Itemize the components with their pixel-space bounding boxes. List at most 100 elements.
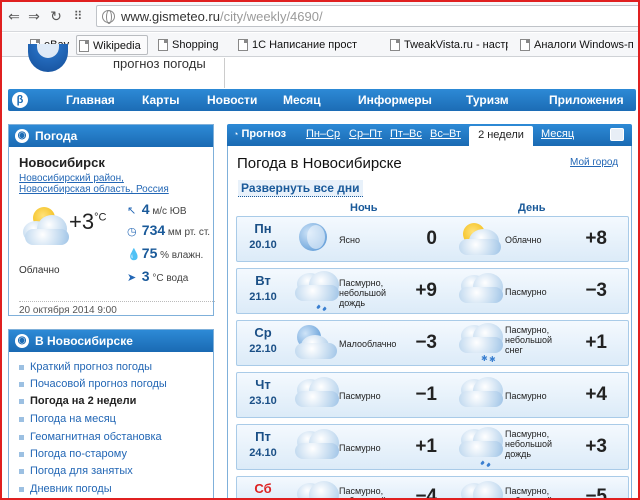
link-month[interactable]: Погода на месяц: [19, 413, 116, 425]
forecast-day-row[interactable]: Пн 20.10 Ясно 0 Облачно +8: [236, 216, 629, 262]
back-arrow-icon[interactable]: ⇐: [4, 6, 24, 26]
nav-apps[interactable]: Приложения: [549, 93, 624, 107]
link-label[interactable]: Краткий прогноз погоды: [30, 361, 152, 373]
forecast-day-row[interactable]: Ср 22.10 Малооблачно −3 ✱ ✱ Пасмурно, неб…: [236, 320, 629, 366]
link-for-busy[interactable]: Погода для занятых: [19, 465, 133, 477]
bookmark-shopping[interactable]: Shopping: [156, 35, 224, 55]
nav-month[interactable]: Месяц: [283, 93, 321, 107]
day-desc: Пасмурно, небольшой снег: [505, 325, 553, 355]
region-link[interactable]: Новосибирский район, Новосибирская област…: [19, 173, 169, 195]
tab-mon-wed[interactable]: Пн–Ср: [306, 128, 340, 140]
apps-grid-icon[interactable]: ⠿: [68, 6, 88, 26]
link-brief-forecast[interactable]: Краткий прогноз погоды: [19, 361, 152, 373]
humidity-value: 75: [141, 245, 158, 261]
link-label[interactable]: Погода для занятых: [30, 465, 133, 477]
nav-news[interactable]: Новости: [207, 93, 257, 107]
humidity-unit: % влажн.: [160, 250, 204, 261]
nav-informers[interactable]: Информеры: [358, 93, 432, 107]
tab-sun-tue[interactable]: Вс–Вт: [430, 128, 461, 140]
nav-home[interactable]: Главная: [66, 93, 115, 107]
globe-icon: [102, 10, 115, 24]
drop-icon: 💧: [127, 249, 141, 261]
day-header: День: [518, 202, 546, 214]
url-path: /city/weekly/4690/: [219, 9, 323, 24]
weekday: Пн: [254, 221, 272, 236]
box-header: ◉ Погода: [9, 125, 213, 147]
night-desc: Малооблачно: [339, 339, 397, 349]
weekday: Сб: [254, 481, 272, 496]
bookmark-wikipedia[interactable]: Wikipedia: [76, 35, 148, 55]
tab-two-weeks[interactable]: 2 недели: [469, 126, 533, 146]
tab-month[interactable]: Месяц: [541, 128, 574, 140]
cloud-rain-icon: [293, 271, 341, 312]
bookmark-1c[interactable]: 1C Написание прост: [236, 35, 376, 55]
bookmark-tweakvista[interactable]: TweakVista.ru - настр: [388, 35, 508, 55]
my-city-link[interactable]: Мой город: [570, 157, 618, 168]
nav-maps[interactable]: Карты: [142, 93, 179, 107]
day-desc: Облачно: [505, 235, 542, 245]
region-line-1[interactable]: Новосибирский район,: [19, 173, 124, 184]
day-temp: −5: [585, 486, 607, 500]
bookmark-label: Аналоги Windows-п: [534, 39, 634, 51]
bullet-icon: [19, 486, 24, 492]
link-geomagnetic[interactable]: Геомагнитная обстановка: [19, 431, 162, 443]
night-temp: +9: [415, 280, 437, 301]
wind-unit: м/с: [152, 206, 168, 217]
box-title: В Новосибирске: [35, 334, 133, 348]
forecast-day-row[interactable]: Пт 24.10 Пасмурно +1 Пасмурно, небольшой…: [236, 424, 629, 470]
forecast-day-row[interactable]: Сб Пасмурно, небольшой −4 Пасмурно, небо…: [236, 476, 629, 500]
link-diary[interactable]: Дневник погоды: [19, 483, 112, 495]
updated-time: 20 октября 2014 9:00: [19, 301, 215, 316]
expand-all-days[interactable]: Развернуть все дни: [238, 180, 363, 197]
night-desc: Ясно: [339, 235, 360, 245]
bookmark-label: Shopping: [172, 39, 219, 51]
wind-param: ↖ 4 м/с ЮВ: [127, 201, 187, 217]
reload-icon[interactable]: ↻: [46, 6, 66, 26]
cloud-icon: [293, 427, 341, 467]
url-field[interactable]: www.gismeteo.ru/city/weekly/4690/: [96, 5, 640, 27]
address-bar-row: ⇐ ⇒ ↻ ⠿ www.gismeteo.ru/city/weekly/4690…: [0, 0, 640, 32]
current-weather-box: ◉ Погода Новосибирск Новосибирский район,…: [8, 124, 215, 316]
link-old-style[interactable]: Погода по-старому: [19, 448, 127, 460]
date: 22.10: [249, 343, 277, 355]
cloud-icon: [293, 479, 341, 500]
forecast-label: ◔ Прогноз: [233, 128, 286, 140]
box-title: Погода: [35, 129, 78, 143]
current-temp: +3°C: [69, 209, 106, 235]
wind-dir: ЮВ: [169, 206, 187, 217]
forward-arrow-icon[interactable]: ⇒: [24, 6, 44, 26]
printer-icon[interactable]: [610, 128, 624, 141]
tab-wed-fri[interactable]: Ср–Пт: [349, 128, 382, 140]
forecast-day-row[interactable]: Чт 23.10 Пасмурно −1 Пасмурно +4: [236, 372, 629, 418]
day-temp: +1: [585, 332, 607, 353]
date: 24.10: [249, 447, 277, 459]
pressure-param: ◷ 734 мм рт. ст.: [127, 222, 210, 238]
link-label[interactable]: Геомагнитная обстановка: [30, 431, 162, 443]
info-icon: ◉: [15, 334, 29, 348]
link-two-weeks: Погода на 2 недели: [19, 395, 136, 407]
region-line-2[interactable]: Новосибирская область, Россия: [19, 184, 169, 195]
beta-icon[interactable]: β: [12, 92, 28, 108]
bookmark-analogi[interactable]: Аналоги Windows-п: [518, 35, 638, 55]
night-desc: Пасмурно, небольшой: [339, 486, 386, 500]
link-label[interactable]: Дневник погоды: [30, 483, 112, 495]
nav-tourism[interactable]: Туризм: [466, 93, 509, 107]
moon-clear-icon: [293, 219, 341, 259]
page-icon: [158, 39, 168, 51]
day-desc: Пасмурно: [505, 391, 547, 401]
link-label[interactable]: Почасовой прогноз погоды: [30, 378, 167, 390]
fish-icon: ➤: [127, 272, 137, 284]
cloud-sun-icon: [19, 203, 75, 247]
bookmarks-bar: eBay Wikipedia Shopping 1C Написание про…: [0, 33, 640, 57]
forecast-day-row[interactable]: Вт 21.10 Пасмурно, небольшой дождь +9 Па…: [236, 268, 629, 314]
link-hourly-forecast[interactable]: Почасовой прогноз погоды: [19, 378, 167, 390]
link-label[interactable]: Погода по-старому: [30, 448, 127, 460]
page-icon: [520, 39, 530, 51]
weekday: Чт: [255, 377, 271, 392]
night-temp: −4: [415, 486, 437, 500]
page-icon: [79, 40, 89, 52]
tab-fri-sun[interactable]: Пт–Вс: [390, 128, 422, 140]
link-label[interactable]: Погода на месяц: [30, 413, 116, 425]
cloud-icon: [457, 375, 505, 415]
night-temp: +1: [415, 436, 437, 457]
